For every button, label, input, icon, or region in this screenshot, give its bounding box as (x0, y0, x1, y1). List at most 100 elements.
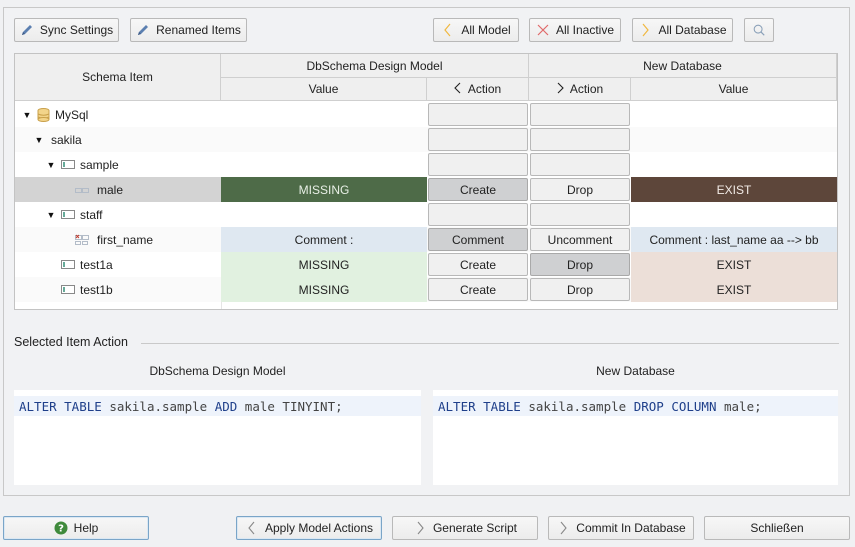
close-button[interactable]: Schließen (704, 516, 850, 540)
sync-settings-button[interactable]: Sync Settings (14, 18, 119, 42)
apply-model-actions-label: Apply Model Actions (264, 521, 374, 535)
table-icon (61, 160, 75, 169)
header-database-value[interactable]: Value (631, 78, 837, 101)
database-value-cell: EXIST (631, 177, 837, 202)
pencil-icon (136, 23, 150, 37)
search-icon (752, 23, 766, 37)
tree-item-label: test1a (80, 257, 113, 272)
model-value-cell: MISSING (221, 252, 427, 277)
all-database-button[interactable]: All Database (632, 18, 733, 42)
tree-item-label: male (97, 182, 124, 197)
expand-toggle-icon[interactable]: ▼ (21, 110, 33, 120)
header-schema-item[interactable]: Schema Item (15, 54, 221, 101)
renamed-items-label: Renamed Items (156, 23, 241, 37)
table-icon (61, 285, 75, 294)
chevron-left-icon (454, 82, 462, 97)
help-button[interactable]: ? Help (3, 516, 149, 540)
chevron-right-icon (413, 521, 427, 535)
table-row[interactable]: ▼ staff (15, 202, 837, 227)
model-value-cell: MISSING (221, 177, 427, 202)
database-action-button[interactable]: Drop (530, 253, 630, 276)
header-group-model: DbSchema Design Model (221, 54, 529, 78)
chevron-left-icon (245, 521, 259, 535)
search-button[interactable] (744, 18, 774, 42)
table-icon (61, 260, 75, 269)
commit-in-database-label: Commit In Database (576, 521, 686, 535)
header-model-value[interactable]: Value (221, 78, 427, 101)
model-value-cell: MISSING (221, 277, 427, 302)
chevron-right-icon (638, 23, 652, 37)
database-action-button[interactable] (530, 153, 630, 176)
chevron-right-icon (556, 82, 564, 97)
tree-item-label: sample (80, 157, 119, 172)
apply-model-actions-button[interactable]: Apply Model Actions (236, 516, 382, 540)
chevron-left-icon (441, 23, 455, 37)
model-value-cell: Comment : (221, 227, 427, 252)
database-icon (37, 107, 50, 122)
header-database-action[interactable]: Action (529, 78, 631, 101)
column-comment-icon (75, 234, 89, 246)
tree-item-label: test1b (80, 282, 113, 297)
model-action-button[interactable] (428, 153, 528, 176)
expand-toggle-icon[interactable]: ▼ (33, 135, 45, 145)
model-sql-editor[interactable]: ALTER TABLE sakila.sample ADD male TINYI… (14, 390, 421, 485)
column-divider (221, 302, 222, 309)
help-label: Help (73, 521, 99, 535)
model-action-button[interactable]: Comment (428, 228, 528, 251)
table-row[interactable]: male MISSING Create Drop EXIST (15, 177, 837, 202)
table-row[interactable]: test1a MISSING Create Drop EXIST (15, 252, 837, 277)
code-line: ALTER TABLE sakila.sample ADD male TINYI… (14, 396, 421, 416)
model-action-button[interactable] (428, 203, 528, 226)
database-action-button[interactable] (530, 128, 630, 151)
help-icon: ? (54, 521, 68, 535)
database-action-button[interactable]: Drop (530, 278, 630, 301)
renamed-items-button[interactable]: Renamed Items (130, 18, 247, 42)
section-divider (141, 343, 839, 344)
close-icon (536, 23, 550, 37)
table-row[interactable]: test1b MISSING Create Drop EXIST (15, 277, 837, 302)
database-action-button[interactable]: Uncomment (530, 228, 630, 251)
model-action-button[interactable] (428, 103, 528, 126)
schema-compare-table: Schema Item DbSchema Design Model New Da… (14, 53, 838, 310)
expand-toggle-icon[interactable]: ▼ (45, 160, 57, 170)
sync-settings-label: Sync Settings (39, 23, 114, 37)
tree-item-label: first_name (97, 232, 154, 247)
table-row[interactable]: ▼ sample (15, 152, 837, 177)
database-value-cell: EXIST (631, 277, 837, 302)
header-group-database: New Database (529, 54, 837, 78)
all-inactive-button[interactable]: All Inactive (529, 18, 621, 42)
tree-item-label: MySql (55, 107, 89, 122)
model-sql-title: DbSchema Design Model (149, 364, 286, 378)
table-icon (61, 210, 75, 219)
database-action-button[interactable] (530, 103, 630, 126)
header-model-action[interactable]: Action (427, 78, 529, 101)
database-value-cell: EXIST (631, 252, 837, 277)
database-value-cell: Comment : last_name aa --> bb (631, 227, 837, 252)
svg-text:?: ? (58, 524, 64, 535)
database-sql-title: New Database (596, 364, 675, 378)
chevron-right-icon (556, 521, 570, 535)
all-database-label: All Database (658, 23, 727, 37)
expand-toggle-icon[interactable]: ▼ (45, 210, 57, 220)
tree-item-label: sakila (51, 132, 82, 147)
column-icon (75, 187, 89, 193)
database-action-button[interactable] (530, 203, 630, 226)
generate-script-button[interactable]: Generate Script (392, 516, 538, 540)
pencil-icon (20, 23, 34, 37)
all-inactive-label: All Inactive (555, 23, 615, 37)
selected-item-action-label: Selected Item Action (14, 335, 128, 349)
tree-item-label: staff (80, 207, 103, 222)
all-model-button[interactable]: All Model (433, 18, 519, 42)
model-action-button[interactable]: Create (428, 178, 528, 201)
code-line: ALTER TABLE sakila.sample DROP COLUMN ma… (433, 396, 838, 416)
model-action-button[interactable]: Create (428, 278, 528, 301)
table-row[interactable]: ▼ sakila (15, 127, 837, 152)
close-label: Schließen (750, 521, 804, 535)
commit-in-database-button[interactable]: Commit In Database (548, 516, 694, 540)
database-sql-editor[interactable]: ALTER TABLE sakila.sample DROP COLUMN ma… (433, 390, 838, 485)
database-action-button[interactable]: Drop (530, 178, 630, 201)
model-action-button[interactable]: Create (428, 253, 528, 276)
table-row[interactable]: first_name Comment : Comment Uncomment C… (15, 227, 837, 252)
model-action-button[interactable] (428, 128, 528, 151)
table-row[interactable]: ▼ MySql (15, 102, 837, 127)
